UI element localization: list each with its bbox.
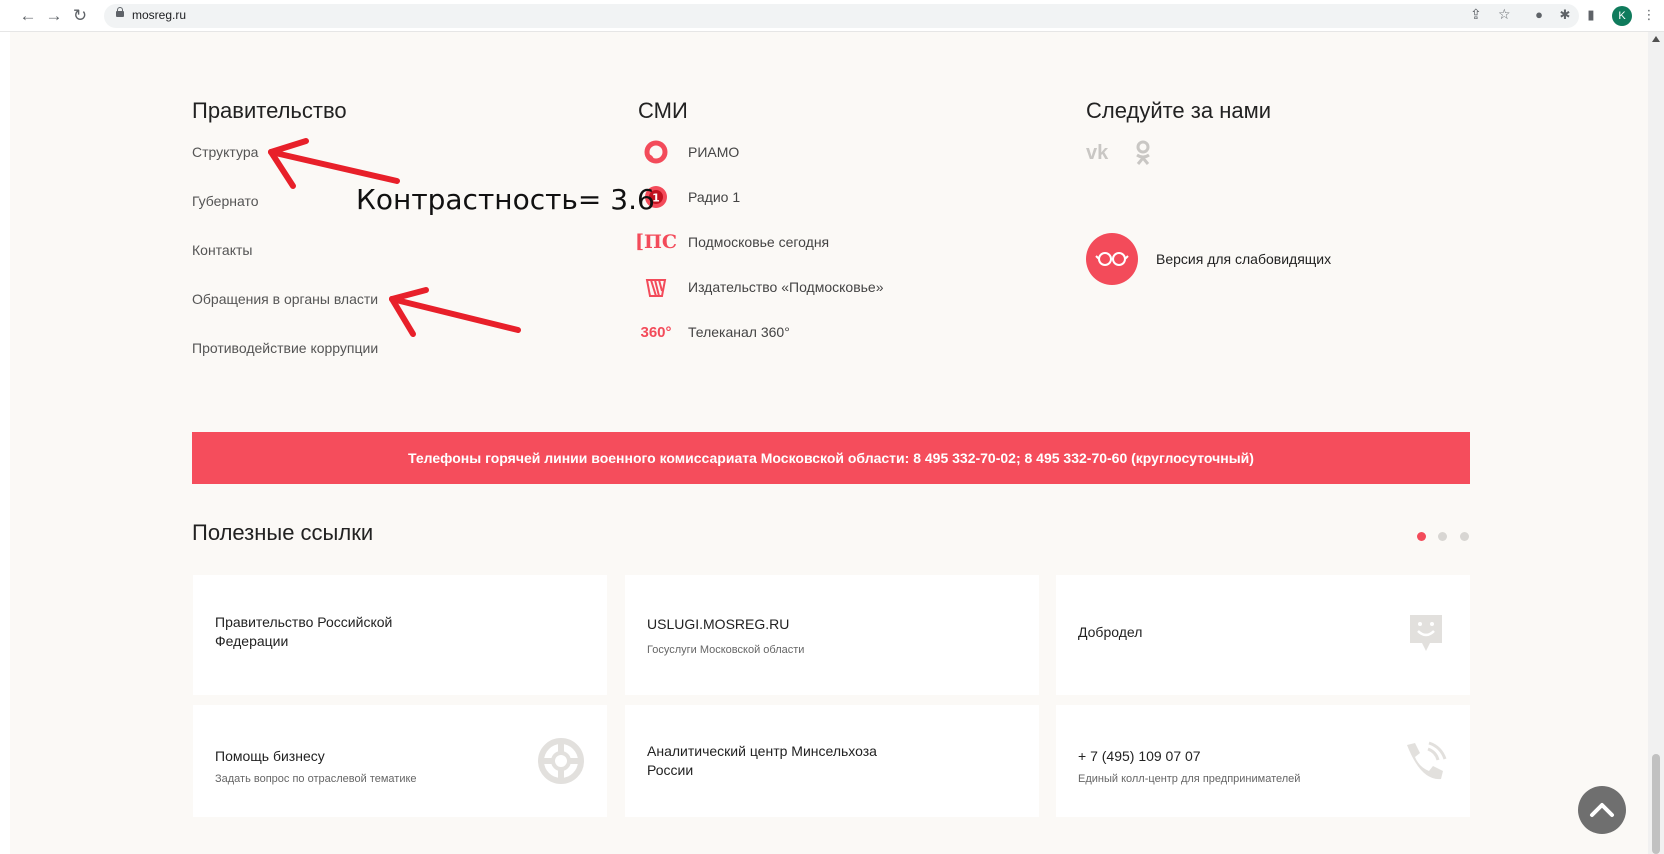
contrast-annotation: Контрастность= 3.6: [356, 183, 655, 216]
annotation-arrows: [268, 138, 521, 337]
